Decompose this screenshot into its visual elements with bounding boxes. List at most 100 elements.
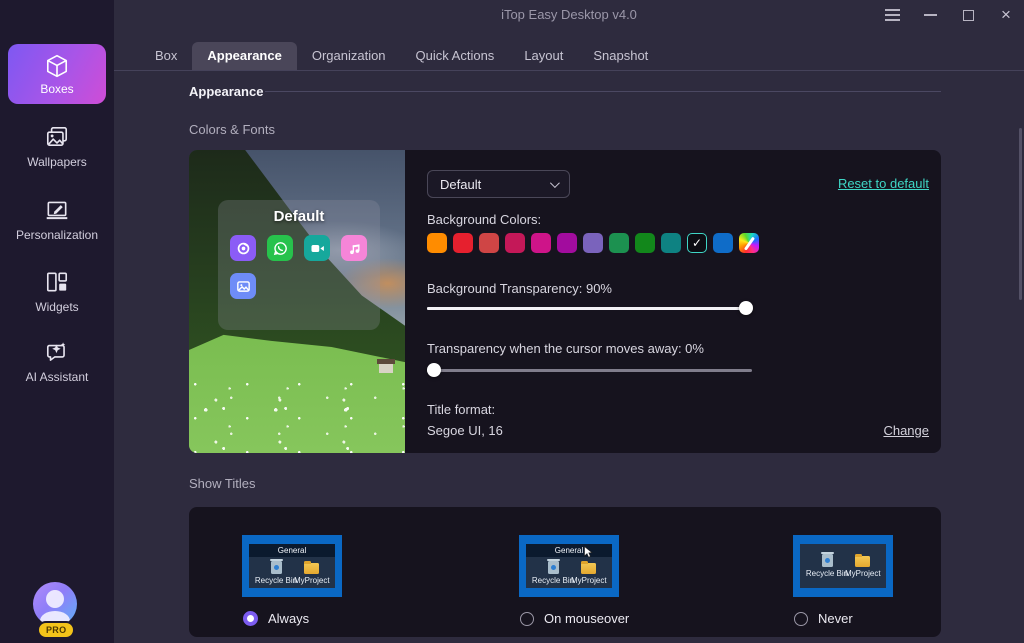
box-icon	[44, 53, 70, 79]
sidebar-item-label: Wallpapers	[27, 155, 87, 169]
scrollbar-thumb[interactable]	[1019, 128, 1022, 300]
colors-fonts-heading: Colors & Fonts	[189, 122, 275, 137]
menu-button[interactable]	[884, 7, 900, 23]
color-swatch-violet[interactable]	[583, 233, 603, 253]
show-titles-card: General Recycle Bin MyProject Always Gen…	[189, 507, 941, 637]
sidebar-item-wallpapers[interactable]: Wallpapers	[0, 124, 114, 169]
color-swatch-dark-green[interactable]	[635, 233, 655, 253]
window-controls: ×	[884, 0, 1014, 30]
photos-app-icon	[230, 273, 256, 299]
radio-option-mouseover[interactable]: On mouseover	[520, 611, 629, 626]
preview-box-overlay: Default	[218, 200, 380, 330]
maximize-button[interactable]	[960, 7, 976, 23]
radio-button-selected[interactable]	[243, 611, 258, 626]
sidebar-item-label: Personalization	[16, 228, 98, 242]
maximize-icon	[963, 10, 974, 21]
radio-option-always[interactable]: Always	[243, 611, 309, 626]
close-button[interactable]: ×	[998, 7, 1014, 23]
show-titles-heading: Show Titles	[189, 476, 255, 491]
wallpapers-icon	[44, 124, 70, 150]
bg-transparency-slider[interactable]	[427, 301, 752, 315]
thumbnail-box: General Recycle Bin MyProject	[526, 544, 612, 588]
tab-organization[interactable]: Organization	[297, 42, 401, 70]
show-titles-option-always: General Recycle Bin MyProject Always	[242, 507, 492, 637]
section-title-appearance: Appearance	[189, 84, 263, 99]
video-app-icon	[304, 235, 330, 261]
color-swatch-custom-picker[interactable]	[739, 233, 759, 253]
folder-icon	[581, 563, 596, 574]
thumbnail-icons: Recycle Bin MyProject	[800, 544, 886, 578]
colors-fonts-controls: Default Reset to default Background Colo…	[427, 150, 929, 453]
color-swatch-purple[interactable]	[557, 233, 577, 253]
recycle-bin-icon	[822, 554, 833, 567]
thumbnail-icons: Recycle Bin MyProject	[526, 557, 612, 585]
slider-track	[427, 369, 752, 372]
section-divider	[265, 91, 941, 92]
color-swatch-red[interactable]	[453, 233, 473, 253]
hamburger-menu-icon	[885, 9, 900, 11]
recycle-bin-label: Recycle Bin	[532, 576, 574, 585]
sidebar-item-widgets[interactable]: Widgets	[0, 269, 114, 314]
slider-fill	[427, 307, 746, 310]
color-swatch-orange[interactable]	[427, 233, 447, 253]
color-swatch-brick[interactable]	[479, 233, 499, 253]
thumbnail-never[interactable]: Recycle Bin MyProject	[793, 535, 893, 597]
cursor-transparency-label: Transparency when the cursor moves away:…	[427, 341, 704, 356]
preview-icon-row-2	[218, 261, 380, 299]
folder-label: MyProject	[845, 569, 881, 578]
tab-appearance[interactable]: Appearance	[192, 42, 296, 70]
radio-label: On mouseover	[544, 611, 629, 626]
tab-bar: Box Appearance Organization Quick Action…	[140, 42, 663, 70]
color-swatch-crimson[interactable]	[505, 233, 525, 253]
close-icon: ×	[1001, 7, 1011, 23]
pro-badge: PRO	[37, 621, 75, 639]
tab-layout[interactable]: Layout	[509, 42, 578, 70]
minimize-button[interactable]	[922, 7, 938, 23]
user-avatar[interactable]	[33, 582, 77, 626]
thumbnail-always[interactable]: General Recycle Bin MyProject	[242, 535, 342, 597]
recycle-bin-label: Recycle Bin	[255, 576, 297, 585]
color-swatch-selected[interactable]: ✓	[687, 233, 707, 253]
preview-box-title: Default	[218, 208, 380, 225]
reset-to-default-link[interactable]: Reset to default	[838, 176, 929, 191]
tab-quick-actions[interactable]: Quick Actions	[401, 42, 510, 70]
folder-icon	[855, 556, 870, 567]
radio-option-never[interactable]: Never	[794, 611, 853, 626]
sidebar-item-ai-assistant[interactable]: AI Assistant	[0, 339, 114, 384]
show-titles-option-mouseover: General Recycle Bin MyProject On mouseov…	[519, 507, 769, 637]
change-font-link[interactable]: Change	[883, 423, 929, 438]
folder-label: MyProject	[294, 576, 330, 585]
folder-icon	[304, 563, 319, 574]
sidebar-item-label: AI Assistant	[26, 370, 89, 384]
tab-snapshot[interactable]: Snapshot	[578, 42, 663, 70]
color-swatch-teal[interactable]	[661, 233, 681, 253]
preview-icon-row-1	[218, 225, 380, 261]
music-app-icon	[341, 235, 367, 261]
tab-box[interactable]: Box	[140, 42, 192, 70]
background-color-swatches: ✓	[427, 233, 759, 253]
colors-fonts-card: Default	[189, 150, 941, 453]
background-colors-label: Background Colors:	[427, 212, 541, 227]
slider-handle[interactable]	[427, 363, 441, 377]
thumbnail-box-title: General	[526, 544, 612, 557]
recycle-bin-icon	[548, 561, 559, 574]
radio-button[interactable]	[794, 612, 808, 626]
radio-button[interactable]	[520, 612, 534, 626]
folder-label: MyProject	[571, 576, 607, 585]
widgets-icon	[44, 269, 70, 295]
thumbnail-box-title: General	[249, 544, 335, 557]
thumbnail-mouseover[interactable]: General Recycle Bin MyProject	[519, 535, 619, 597]
cursor-transparency-slider[interactable]	[427, 363, 752, 377]
color-swatch-green[interactable]	[609, 233, 629, 253]
sidebar-item-label: Boxes	[40, 82, 73, 96]
radio-label: Never	[818, 611, 853, 626]
theme-dropdown[interactable]: Default	[427, 170, 570, 198]
color-swatch-blue[interactable]	[713, 233, 733, 253]
thumbnail-icons: Recycle Bin MyProject	[249, 557, 335, 585]
slider-handle[interactable]	[739, 301, 753, 315]
thumbnail-box: General Recycle Bin MyProject	[249, 544, 335, 588]
recycle-bin-label: Recycle Bin	[806, 569, 848, 578]
color-swatch-magenta[interactable]	[531, 233, 551, 253]
sidebar-item-personalization[interactable]: Personalization	[0, 197, 114, 242]
sidebar-item-boxes[interactable]: Boxes	[8, 44, 106, 104]
